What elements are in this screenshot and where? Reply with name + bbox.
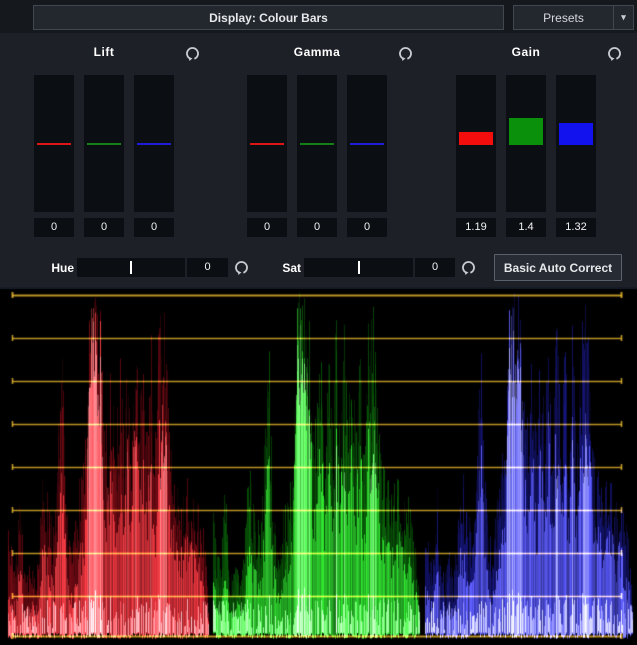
gain-title: Gain <box>456 45 596 61</box>
sat-reset-icon[interactable] <box>460 258 477 276</box>
gain-reset-icon[interactable] <box>606 44 623 62</box>
gamma-green-slider[interactable] <box>297 75 337 212</box>
lift-red-value: 0 <box>34 218 74 237</box>
presets-dropdown-arrow-icon[interactable]: ▾ <box>613 6 633 29</box>
hue-reset-icon[interactable] <box>233 258 250 276</box>
sat-label: Sat <box>261 259 301 277</box>
gamma-red-value: 0 <box>247 218 287 237</box>
gain-green-value: 1.4 <box>506 218 546 237</box>
gamma-blue-slider[interactable] <box>347 75 387 212</box>
sat-value: 0 <box>415 258 455 277</box>
gain-green-slider[interactable] <box>506 75 546 212</box>
sat-slider[interactable] <box>304 258 413 277</box>
sat-slider-handle[interactable] <box>358 261 360 274</box>
gain-blue-slider[interactable] <box>556 75 596 212</box>
hue-slider-handle[interactable] <box>130 261 132 274</box>
lift-red-slider[interactable] <box>34 75 74 212</box>
lift-green-slider[interactable] <box>84 75 124 212</box>
hue-label: Hue <box>34 259 74 277</box>
presets-button[interactable]: Presets ▾ <box>513 5 634 30</box>
gamma-reset-icon[interactable] <box>397 44 414 62</box>
hue-value: 0 <box>187 258 228 277</box>
gamma-green-value: 0 <box>297 218 337 237</box>
display-mode-button[interactable]: Display: Colour Bars <box>33 5 504 30</box>
presets-label: Presets <box>514 11 613 25</box>
basic-auto-correct-button[interactable]: Basic Auto Correct <box>494 254 622 281</box>
lift-reset-icon[interactable] <box>184 44 201 62</box>
hue-slider[interactable] <box>77 258 185 277</box>
gamma-blue-value: 0 <box>347 218 387 237</box>
lift-blue-value: 0 <box>134 218 174 237</box>
lift-blue-slider[interactable] <box>134 75 174 212</box>
gain-red-value: 1.19 <box>456 218 496 237</box>
gamma-title: Gamma <box>247 45 387 61</box>
gain-red-slider[interactable] <box>456 75 496 212</box>
top-bar: Display: Colour Bars Presets ▾ <box>0 0 637 33</box>
gain-blue-value: 1.32 <box>556 218 596 237</box>
rgb-waveform-scope <box>0 287 637 645</box>
lift-title: Lift <box>34 45 174 61</box>
lift-green-value: 0 <box>84 218 124 237</box>
gamma-red-slider[interactable] <box>247 75 287 212</box>
colour-correction-panel: Display: Colour Bars Presets ▾ Lift 0 0 … <box>0 0 637 645</box>
